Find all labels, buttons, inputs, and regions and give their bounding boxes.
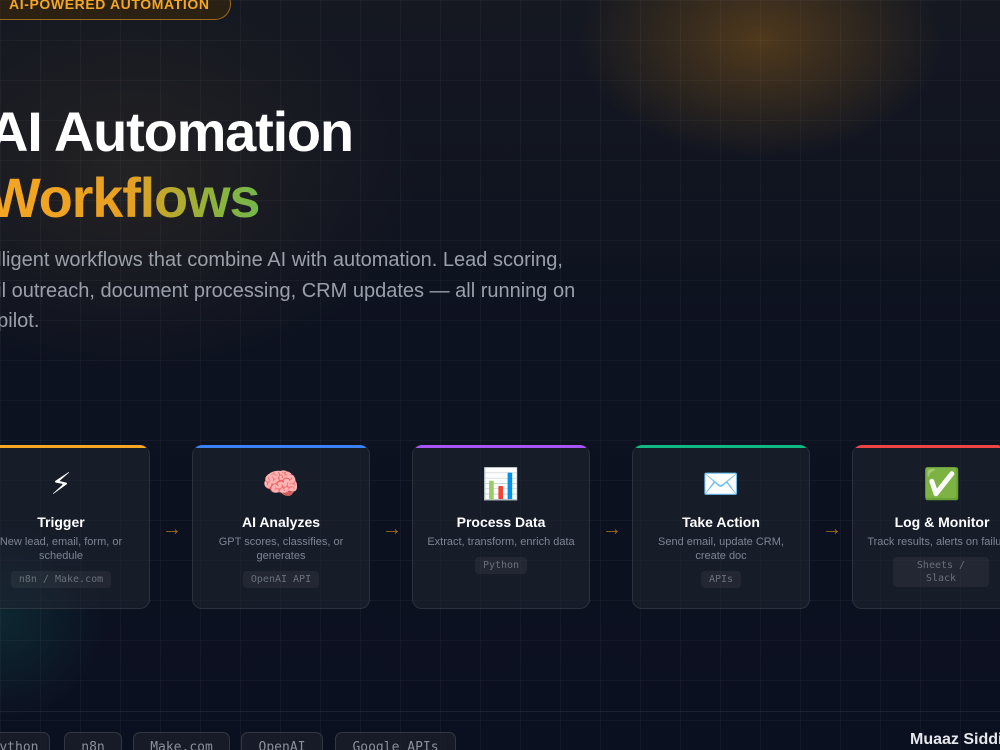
step-description: New lead, email, form, or schedule xyxy=(0,536,123,562)
step-description: Track results, alerts on failures xyxy=(867,536,1000,548)
step-title: Log & Monitor xyxy=(894,514,990,530)
step-title: Trigger xyxy=(37,514,85,530)
step-accent-bar xyxy=(413,445,589,448)
step-tool-tag: n8n / Make.com xyxy=(10,571,112,588)
step-tool-tag: APIs xyxy=(700,571,742,588)
tech-chip-python[interactable]: Python xyxy=(0,732,50,750)
step-accent-bar xyxy=(633,445,809,448)
flow-arrow-icon: → xyxy=(382,518,402,540)
step-description: GPT scores, classifies, or generates xyxy=(218,536,344,562)
step-description: Extract, transform, enrich data xyxy=(427,536,575,548)
step-tool-tag: Sheets / Slack xyxy=(893,557,989,587)
step-tool-tag: Python xyxy=(474,557,528,574)
step-title: Process Data xyxy=(456,514,546,530)
bar-chart-icon: 📊 xyxy=(482,468,520,501)
flow-arrow-icon: → xyxy=(602,518,622,540)
step-card-ai-analyzes[interactable]: 🧠 AI Analyzes GPT scores, classifies, or… xyxy=(192,445,370,609)
tech-chip-google-apis[interactable]: Google APIs xyxy=(335,732,456,750)
flow-arrow-icon: → xyxy=(822,518,842,540)
step-card-trigger[interactable]: ⚡ Trigger New lead, email, form, or sche… xyxy=(0,445,150,609)
workflow-steps: ⚡ Trigger New lead, email, form, or sche… xyxy=(0,445,1000,615)
lightning-bolt-icon: ⚡ xyxy=(50,468,72,501)
step-card-log-monitor[interactable]: ✅ Log & Monitor Track results, alerts on… xyxy=(852,445,1000,609)
hero-description-line: elligent workflows that combine AI with … xyxy=(0,249,563,271)
hero-description: elligent workflows that combine AI with … xyxy=(0,245,626,337)
step-title: AI Analyzes xyxy=(241,514,321,530)
section-divider xyxy=(0,711,1000,712)
step-card-process-data[interactable]: 📊 Process Data Extract, transform, enric… xyxy=(412,445,590,609)
step-tool-tag: OpenAI API xyxy=(242,571,320,588)
page: AI-POWERED AUTOMATION AI Automation Work… xyxy=(0,0,1000,750)
step-title: Take Action xyxy=(682,514,760,530)
step-accent-bar xyxy=(0,445,149,448)
step-card-take-action[interactable]: ✉️ Take Action Send email, update CRM, c… xyxy=(632,445,810,609)
hero-title-line2: Workflows xyxy=(0,166,353,230)
hero-title-line1: AI Automation xyxy=(0,100,354,163)
check-mark-icon: ✅ xyxy=(923,468,961,501)
step-description: Send email, update CRM, create doc xyxy=(658,536,784,562)
hero-title: AI Automation Workflows xyxy=(0,100,354,230)
nav-hint xyxy=(862,0,872,2)
tech-chip-make[interactable]: Make.com xyxy=(133,732,230,750)
flow-arrow-icon: → xyxy=(162,518,182,540)
brain-icon: 🧠 xyxy=(262,468,300,501)
author-name: Muaaz Siddi xyxy=(910,731,1000,748)
step-accent-bar xyxy=(853,445,1000,448)
hero-description-line: ail outreach, document processing, CRM u… xyxy=(0,279,576,302)
envelope-icon: ✉️ xyxy=(702,468,740,501)
ai-powered-badge: AI-POWERED AUTOMATION xyxy=(0,0,231,20)
tech-chip-n8n[interactable]: n8n xyxy=(64,732,122,750)
hero-description-line: opilot. xyxy=(0,310,40,332)
step-accent-bar xyxy=(193,445,369,448)
tech-chip-openai[interactable]: OpenAI xyxy=(241,732,323,750)
